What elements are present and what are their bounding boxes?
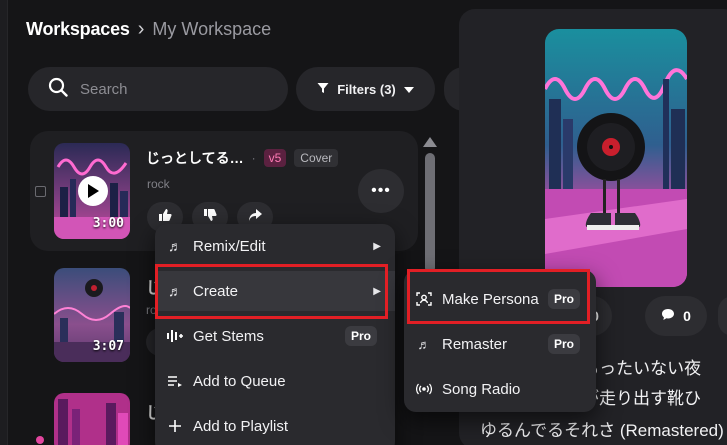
submenu-item-remaster[interactable]: ♬ Remaster Pro: [404, 324, 596, 364]
menu-item-label: Create: [193, 282, 239, 300]
version-badge: v5: [263, 149, 287, 167]
menu-item-remix-edit[interactable]: ♬ Remix/Edit ▶: [155, 226, 395, 266]
submenu-item-label: Remaster: [442, 335, 508, 353]
pro-badge: Pro: [344, 326, 377, 346]
submenu-item-song-radio[interactable]: Song Radio: [404, 369, 596, 409]
more-options-button[interactable]: •••: [358, 169, 404, 213]
breadcrumb-separator: ›: [137, 18, 145, 40]
left-sidebar-edge: [0, 0, 8, 445]
chevron-right-icon: ▶: [373, 285, 381, 297]
song-cover-thumbnail[interactable]: 3:00: [54, 143, 130, 239]
song-cover-art: [545, 29, 687, 287]
search-input[interactable]: [80, 80, 260, 98]
music-note-plus-icon: ♬: [168, 283, 182, 299]
comment-count: 0: [683, 308, 691, 324]
comment-icon: [661, 308, 675, 324]
menu-item-label: Add to Queue: [193, 372, 286, 390]
filter-funnel-icon: [317, 82, 329, 97]
scroll-up-arrow-icon[interactable]: [423, 137, 437, 147]
plus-icon: [167, 420, 183, 432]
separator-dot: ·: [251, 151, 256, 165]
song-select-checkbox[interactable]: [35, 186, 46, 197]
cover-badge: Cover: [294, 149, 339, 167]
radio-icon: [416, 383, 432, 395]
create-submenu: Make Persona Pro ♬ Remaster Pro Song Rad…: [404, 270, 596, 412]
menu-item-label: Remix/Edit: [193, 237, 266, 255]
submenu-item-label: Song Radio: [442, 380, 521, 398]
song-title[interactable]: じっとしてる…: [146, 148, 244, 168]
breadcrumb-workspaces-link[interactable]: Workspaces: [26, 19, 130, 40]
breadcrumb: Workspaces › My Workspace: [26, 18, 271, 41]
pro-badge: Pro: [547, 334, 580, 354]
search-icon: [48, 77, 68, 102]
breadcrumb-current: My Workspace: [152, 19, 272, 39]
ellipsis-icon: •••: [371, 182, 391, 199]
search-box[interactable]: [28, 67, 288, 111]
play-button[interactable]: [78, 176, 108, 206]
lyrics-line: ゆるんでるそれさ (Remastered): [480, 421, 724, 440]
music-note-sparkle-icon: ♬: [417, 336, 431, 352]
song-cover-thumbnail[interactable]: [54, 393, 130, 445]
pro-badge: Pro: [547, 289, 580, 309]
waveform-icon: [167, 330, 183, 342]
menu-item-label: Get Stems: [193, 327, 264, 345]
comment-count-pill[interactable]: 0: [645, 296, 707, 336]
music-note-icon: ♬: [168, 238, 182, 254]
queue-icon: [167, 375, 183, 387]
song-context-menu: ♬ Remix/Edit ▶ ♬ Create ▶ Get Stems Pro …: [155, 224, 395, 445]
song-cover-thumbnail[interactable]: 3:07: [54, 268, 130, 362]
song-title-row: じっとしてる… · v5 Cover: [146, 148, 339, 168]
submenu-item-label: Make Persona: [442, 290, 539, 308]
menu-item-add-to-queue[interactable]: Add to Queue: [155, 361, 395, 401]
menu-item-label: Add to Playlist: [193, 417, 289, 435]
chevron-right-icon: ▶: [373, 240, 381, 252]
menu-item-add-to-playlist[interactable]: Add to Playlist: [155, 406, 395, 445]
song-duration: 3:00: [92, 216, 124, 231]
persona-icon: [416, 291, 432, 307]
status-dot: [36, 436, 44, 444]
menu-item-get-stems[interactable]: Get Stems Pro: [155, 316, 395, 356]
filters-label: Filters (3): [337, 81, 396, 97]
lyrics-line: が走り出す靴ひ: [582, 389, 701, 408]
song-duration: 3:07: [92, 339, 124, 354]
submenu-item-make-persona[interactable]: Make Persona Pro: [404, 279, 596, 319]
chevron-down-icon: [403, 82, 414, 97]
scrollbar-thumb[interactable]: [425, 153, 435, 273]
filters-button[interactable]: Filters (3): [296, 67, 435, 111]
song-genre: rock: [147, 177, 170, 191]
menu-item-create[interactable]: ♬ Create ▶: [155, 271, 395, 311]
